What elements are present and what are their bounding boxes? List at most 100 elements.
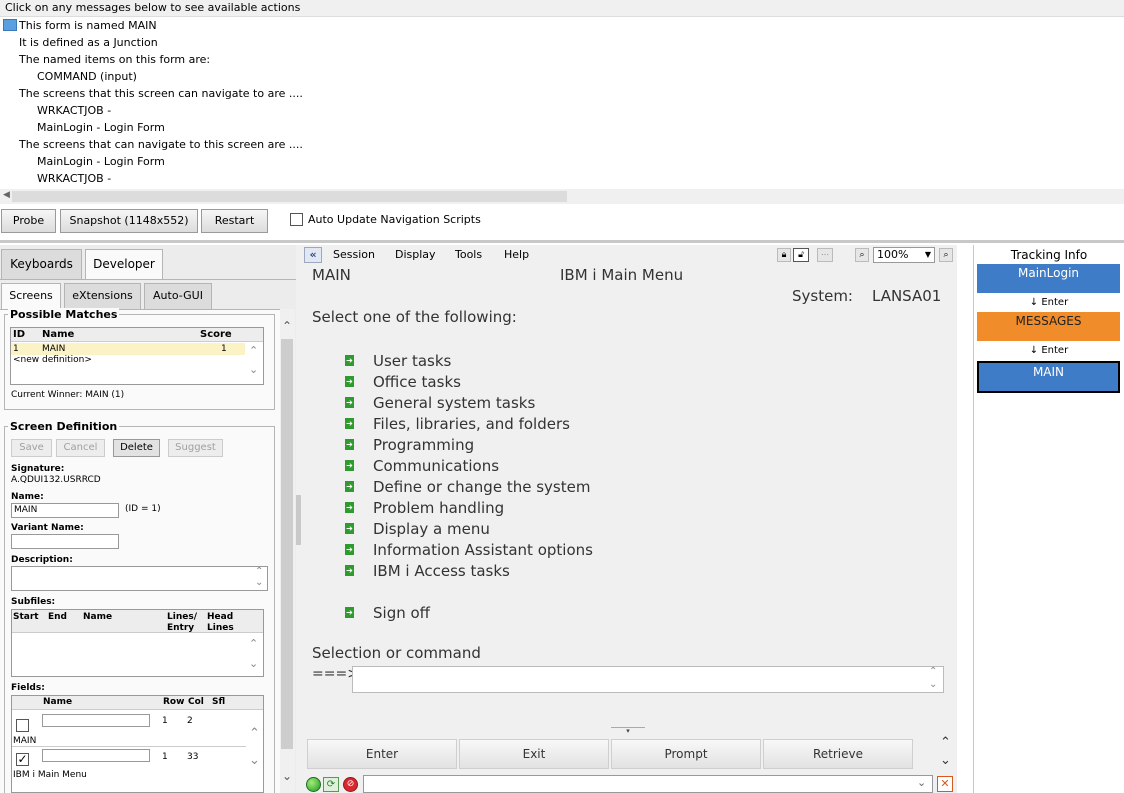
option-arrow-icon[interactable]: ➔ — [345, 607, 354, 618]
message-line[interactable]: WRKACTJOB - — [37, 172, 111, 185]
menu-option[interactable]: Problem handling — [373, 499, 504, 517]
probe-button[interactable]: Probe — [1, 209, 56, 233]
command-input[interactable] — [352, 666, 944, 693]
zoom-in-icon[interactable]: ⌕ — [939, 248, 953, 262]
menu-option[interactable]: IBM i Access tasks — [373, 562, 510, 580]
splitter[interactable] — [0, 240, 1124, 243]
option-arrow-icon[interactable]: ➔ — [345, 355, 354, 366]
stop-icon[interactable]: ⊘ — [343, 777, 358, 792]
cancel-button[interactable]: Cancel — [56, 439, 105, 457]
chevron-down-icon[interactable]: ⌄ — [929, 679, 937, 690]
option-arrow-icon[interactable]: ➔ — [345, 544, 354, 555]
chevron-up-icon[interactable]: ⌃ — [249, 726, 260, 741]
chevron-down-icon[interactable]: ⌄ — [249, 657, 258, 670]
keyboard-icon[interactable]: ⋯ — [817, 248, 833, 262]
tracking-item-main[interactable]: MAIN — [977, 361, 1120, 393]
expand-handle-icon[interactable]: ▾ — [611, 727, 645, 735]
chevron-up-icon[interactable]: ⌃ — [249, 637, 258, 650]
clear-icon[interactable]: ✕ — [937, 776, 953, 792]
name-field[interactable]: MAIN — [11, 503, 119, 518]
prompt-key-button[interactable]: Prompt — [611, 739, 761, 769]
menu-tools[interactable]: Tools — [455, 248, 482, 261]
tab-screens[interactable]: Screens — [1, 283, 61, 309]
lock-icon[interactable]: 🔒︎ — [777, 248, 791, 262]
tracking-item-messages[interactable]: MESSAGES — [977, 312, 1120, 341]
message-line[interactable]: This form is named MAIN — [19, 19, 157, 32]
option-arrow-icon[interactable]: ➔ — [345, 460, 354, 471]
menu-session[interactable]: Session — [333, 248, 375, 261]
message-line[interactable]: The named items on this form are: — [19, 53, 210, 66]
option-arrow-icon[interactable]: ➔ — [345, 502, 354, 513]
tracking-item-mainlogin[interactable]: MainLogin — [977, 264, 1120, 293]
field-name-input[interactable] — [42, 749, 150, 762]
option-arrow-icon[interactable]: ➔ — [345, 481, 354, 492]
scroll-down-icon[interactable]: ⌄ — [282, 769, 292, 783]
menu-option[interactable]: General system tasks — [373, 394, 535, 412]
field-checkbox-checked[interactable]: ✓ — [16, 753, 29, 766]
variant-name-field[interactable] — [11, 534, 119, 549]
message-line[interactable]: The screens that can navigate to this sc… — [19, 138, 303, 151]
option-arrow-icon[interactable]: ➔ — [345, 565, 354, 576]
chevron-down-icon[interactable]: ⌄ — [917, 776, 926, 789]
menu-help[interactable]: Help — [504, 248, 529, 261]
option-arrow-icon[interactable]: ➔ — [345, 397, 354, 408]
new-definition-row[interactable]: <new definition> — [13, 355, 92, 365]
menu-option[interactable]: Files, libraries, and folders — [373, 415, 570, 433]
field-name-input[interactable] — [42, 714, 150, 727]
option-arrow-icon[interactable]: ➔ — [345, 418, 354, 429]
menu-option[interactable]: User tasks — [373, 352, 451, 370]
snapshot-button[interactable]: Snapshot (1148x552) — [60, 209, 198, 233]
menu-option[interactable]: Office tasks — [373, 373, 461, 391]
message-line[interactable]: COMMAND (input) — [37, 70, 137, 83]
chevron-down-icon[interactable]: ⌄ — [249, 753, 260, 768]
menu-option[interactable]: Display a menu — [373, 520, 490, 538]
sign-off-option[interactable]: Sign off — [373, 604, 430, 622]
message-input[interactable] — [363, 775, 933, 793]
menu-option[interactable]: Communications — [373, 457, 499, 475]
panel-splitter[interactable] — [296, 245, 303, 793]
message-line[interactable]: MainLogin - Login Form — [37, 121, 165, 134]
tab-keyboards[interactable]: Keyboards — [1, 249, 82, 279]
enter-key-button[interactable]: Enter — [307, 739, 457, 769]
auto-update-checkbox[interactable] — [290, 213, 303, 226]
field-checkbox[interactable] — [16, 719, 29, 732]
chevron-up-icon[interactable]: ⌃ — [929, 666, 937, 677]
scroll-up-icon[interactable]: ⌃ — [282, 319, 292, 333]
scroll-left-icon[interactable]: ◀ — [3, 190, 10, 200]
menu-display[interactable]: Display — [395, 248, 436, 261]
tab-auto-gui[interactable]: Auto-GUI — [144, 283, 212, 309]
chevron-down-icon[interactable]: ⌄ — [249, 363, 258, 376]
restart-button[interactable]: Restart — [201, 209, 268, 233]
menu-option[interactable]: Programming — [373, 436, 474, 454]
zoom-out-icon[interactable]: ⌕ — [855, 248, 869, 262]
menu-option[interactable]: Define or change the system — [373, 478, 590, 496]
chevron-up-icon[interactable]: ⌃ — [249, 344, 258, 357]
dropdown-arrow-icon[interactable]: ▼ — [925, 248, 931, 262]
save-button[interactable]: Save — [11, 439, 52, 457]
chevron-up-icon[interactable]: ⌃ — [255, 566, 263, 577]
form-node-icon[interactable] — [3, 19, 17, 31]
message-line[interactable]: It is defined as a Junction — [19, 36, 158, 49]
message-line[interactable]: WRKACTJOB - — [37, 104, 111, 117]
horizontal-scrollbar[interactable]: ◀ — [0, 189, 1124, 204]
tab-extensions[interactable]: eXtensions — [64, 283, 141, 309]
collapse-icon[interactable]: « — [304, 247, 322, 263]
menu-option[interactable]: Information Assistant options — [373, 541, 593, 559]
option-arrow-icon[interactable]: ➔ — [345, 439, 354, 450]
scroll-thumb[interactable] — [12, 191, 567, 202]
message-line[interactable]: The screens that this screen can navigat… — [19, 87, 303, 100]
suggest-button[interactable]: Suggest — [168, 439, 223, 457]
splitter-grip[interactable] — [296, 495, 301, 545]
refresh-icon[interactable]: ⟳ — [323, 777, 339, 792]
description-field[interactable] — [11, 566, 268, 591]
connected-status-icon[interactable] — [306, 777, 321, 792]
chevron-down-icon[interactable]: ⌄ — [940, 753, 951, 768]
option-arrow-icon[interactable]: ➔ — [345, 376, 354, 387]
chevron-down-icon[interactable]: ⌄ — [255, 577, 263, 588]
delete-button[interactable]: Delete — [113, 439, 160, 457]
chevron-up-icon[interactable]: ⌃ — [940, 735, 951, 750]
exit-key-button[interactable]: Exit — [459, 739, 609, 769]
option-arrow-icon[interactable]: ➔ — [345, 523, 354, 534]
unlock-icon[interactable]: 🔓︎ — [793, 248, 809, 262]
scroll-thumb[interactable] — [281, 339, 293, 749]
